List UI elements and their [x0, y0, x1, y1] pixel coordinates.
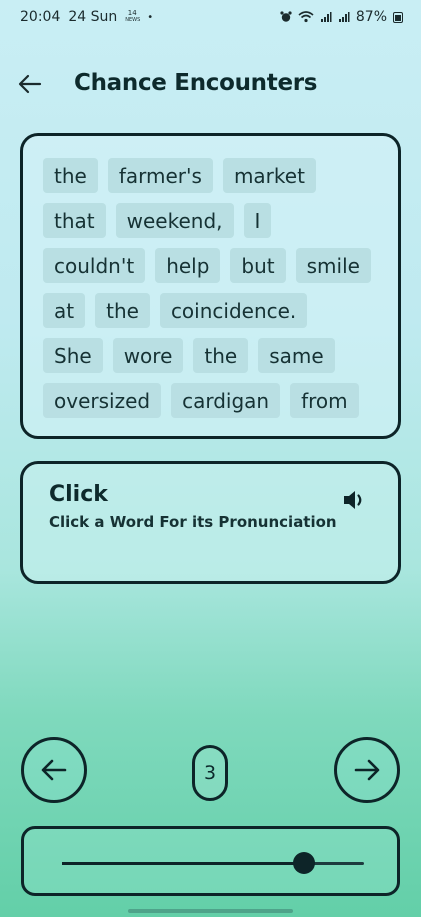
word-button[interactable]: the — [95, 293, 150, 328]
signal-icon-2 — [338, 12, 350, 22]
slider-thumb[interactable] — [292, 852, 315, 874]
word-button[interactable]: weekend, — [115, 203, 234, 238]
alarm-icon — [280, 11, 292, 22]
header: Chance Encounters — [0, 62, 421, 106]
word-button[interactable]: that — [43, 203, 106, 238]
word-button[interactable]: farmer's — [107, 158, 213, 193]
word-button[interactable]: wore — [112, 338, 184, 373]
passage-card: the farmer's market that weekend, I coul… — [20, 133, 401, 439]
page-title: Chance Encounters — [74, 70, 318, 96]
word-button[interactable]: the — [43, 158, 98, 193]
signal-icon — [320, 12, 332, 22]
battery-percent: 87% — [355, 9, 387, 25]
notification-badge-number: 14 — [127, 9, 137, 17]
word-button[interactable]: I — [243, 203, 272, 238]
pronunciation-hint: Click a Word For its Pronunciation — [49, 513, 337, 531]
notification-badge: 14 NEWS — [125, 9, 141, 24]
word-button[interactable]: at — [43, 293, 86, 328]
word-button[interactable]: the — [193, 338, 249, 373]
word-row: couldn't help but smile — [43, 248, 384, 283]
slider-fill — [62, 862, 304, 865]
word-button[interactable]: help — [155, 248, 221, 283]
previous-page-button[interactable] — [21, 737, 87, 803]
word-button[interactable]: cardigan — [171, 383, 281, 418]
page-indicator: 3 — [192, 745, 228, 801]
word-button[interactable]: but — [230, 248, 286, 283]
status-right: 87% — [280, 9, 403, 25]
wifi-icon — [298, 11, 314, 23]
status-bar: 20:04 24 Sun 14 NEWS • 87% — [0, 0, 421, 34]
word-button[interactable]: oversized — [43, 383, 162, 418]
notification-badge-label: NEWS — [125, 17, 141, 23]
word-row: oversized cardigan from — [43, 383, 384, 418]
slider-track[interactable] — [62, 862, 364, 865]
status-date: 24 Sun — [68, 9, 118, 25]
word-button[interactable]: She — [43, 338, 103, 373]
back-button[interactable] — [14, 68, 46, 100]
slider-card — [21, 826, 400, 896]
word-button[interactable]: market — [222, 158, 316, 193]
word-row: at the coincidence. — [43, 293, 384, 328]
next-page-button[interactable] — [334, 737, 400, 803]
status-time: 20:04 — [20, 9, 61, 25]
home-indicator — [128, 909, 293, 913]
word-button[interactable]: same — [258, 338, 335, 373]
status-left: 20:04 24 Sun 14 NEWS • — [20, 9, 153, 25]
word-row: the farmer's market — [43, 158, 384, 193]
pronunciation-title: Click — [49, 482, 108, 507]
word-row: that weekend, I — [43, 203, 384, 238]
word-row: She wore the same — [43, 338, 384, 373]
pronunciation-card: Click Click a Word For its Pronunciation — [20, 461, 401, 584]
word-button[interactable]: smile — [295, 248, 371, 283]
word-button[interactable]: couldn't — [43, 248, 146, 283]
arrow-left-icon — [41, 759, 67, 781]
arrow-right-icon — [354, 759, 380, 781]
speaker-icon[interactable] — [340, 486, 368, 514]
word-button[interactable]: from — [290, 383, 359, 418]
status-dot: • — [147, 11, 154, 23]
arrow-left-icon — [18, 74, 42, 94]
word-button[interactable]: coincidence. — [159, 293, 308, 328]
battery-icon — [393, 11, 403, 23]
